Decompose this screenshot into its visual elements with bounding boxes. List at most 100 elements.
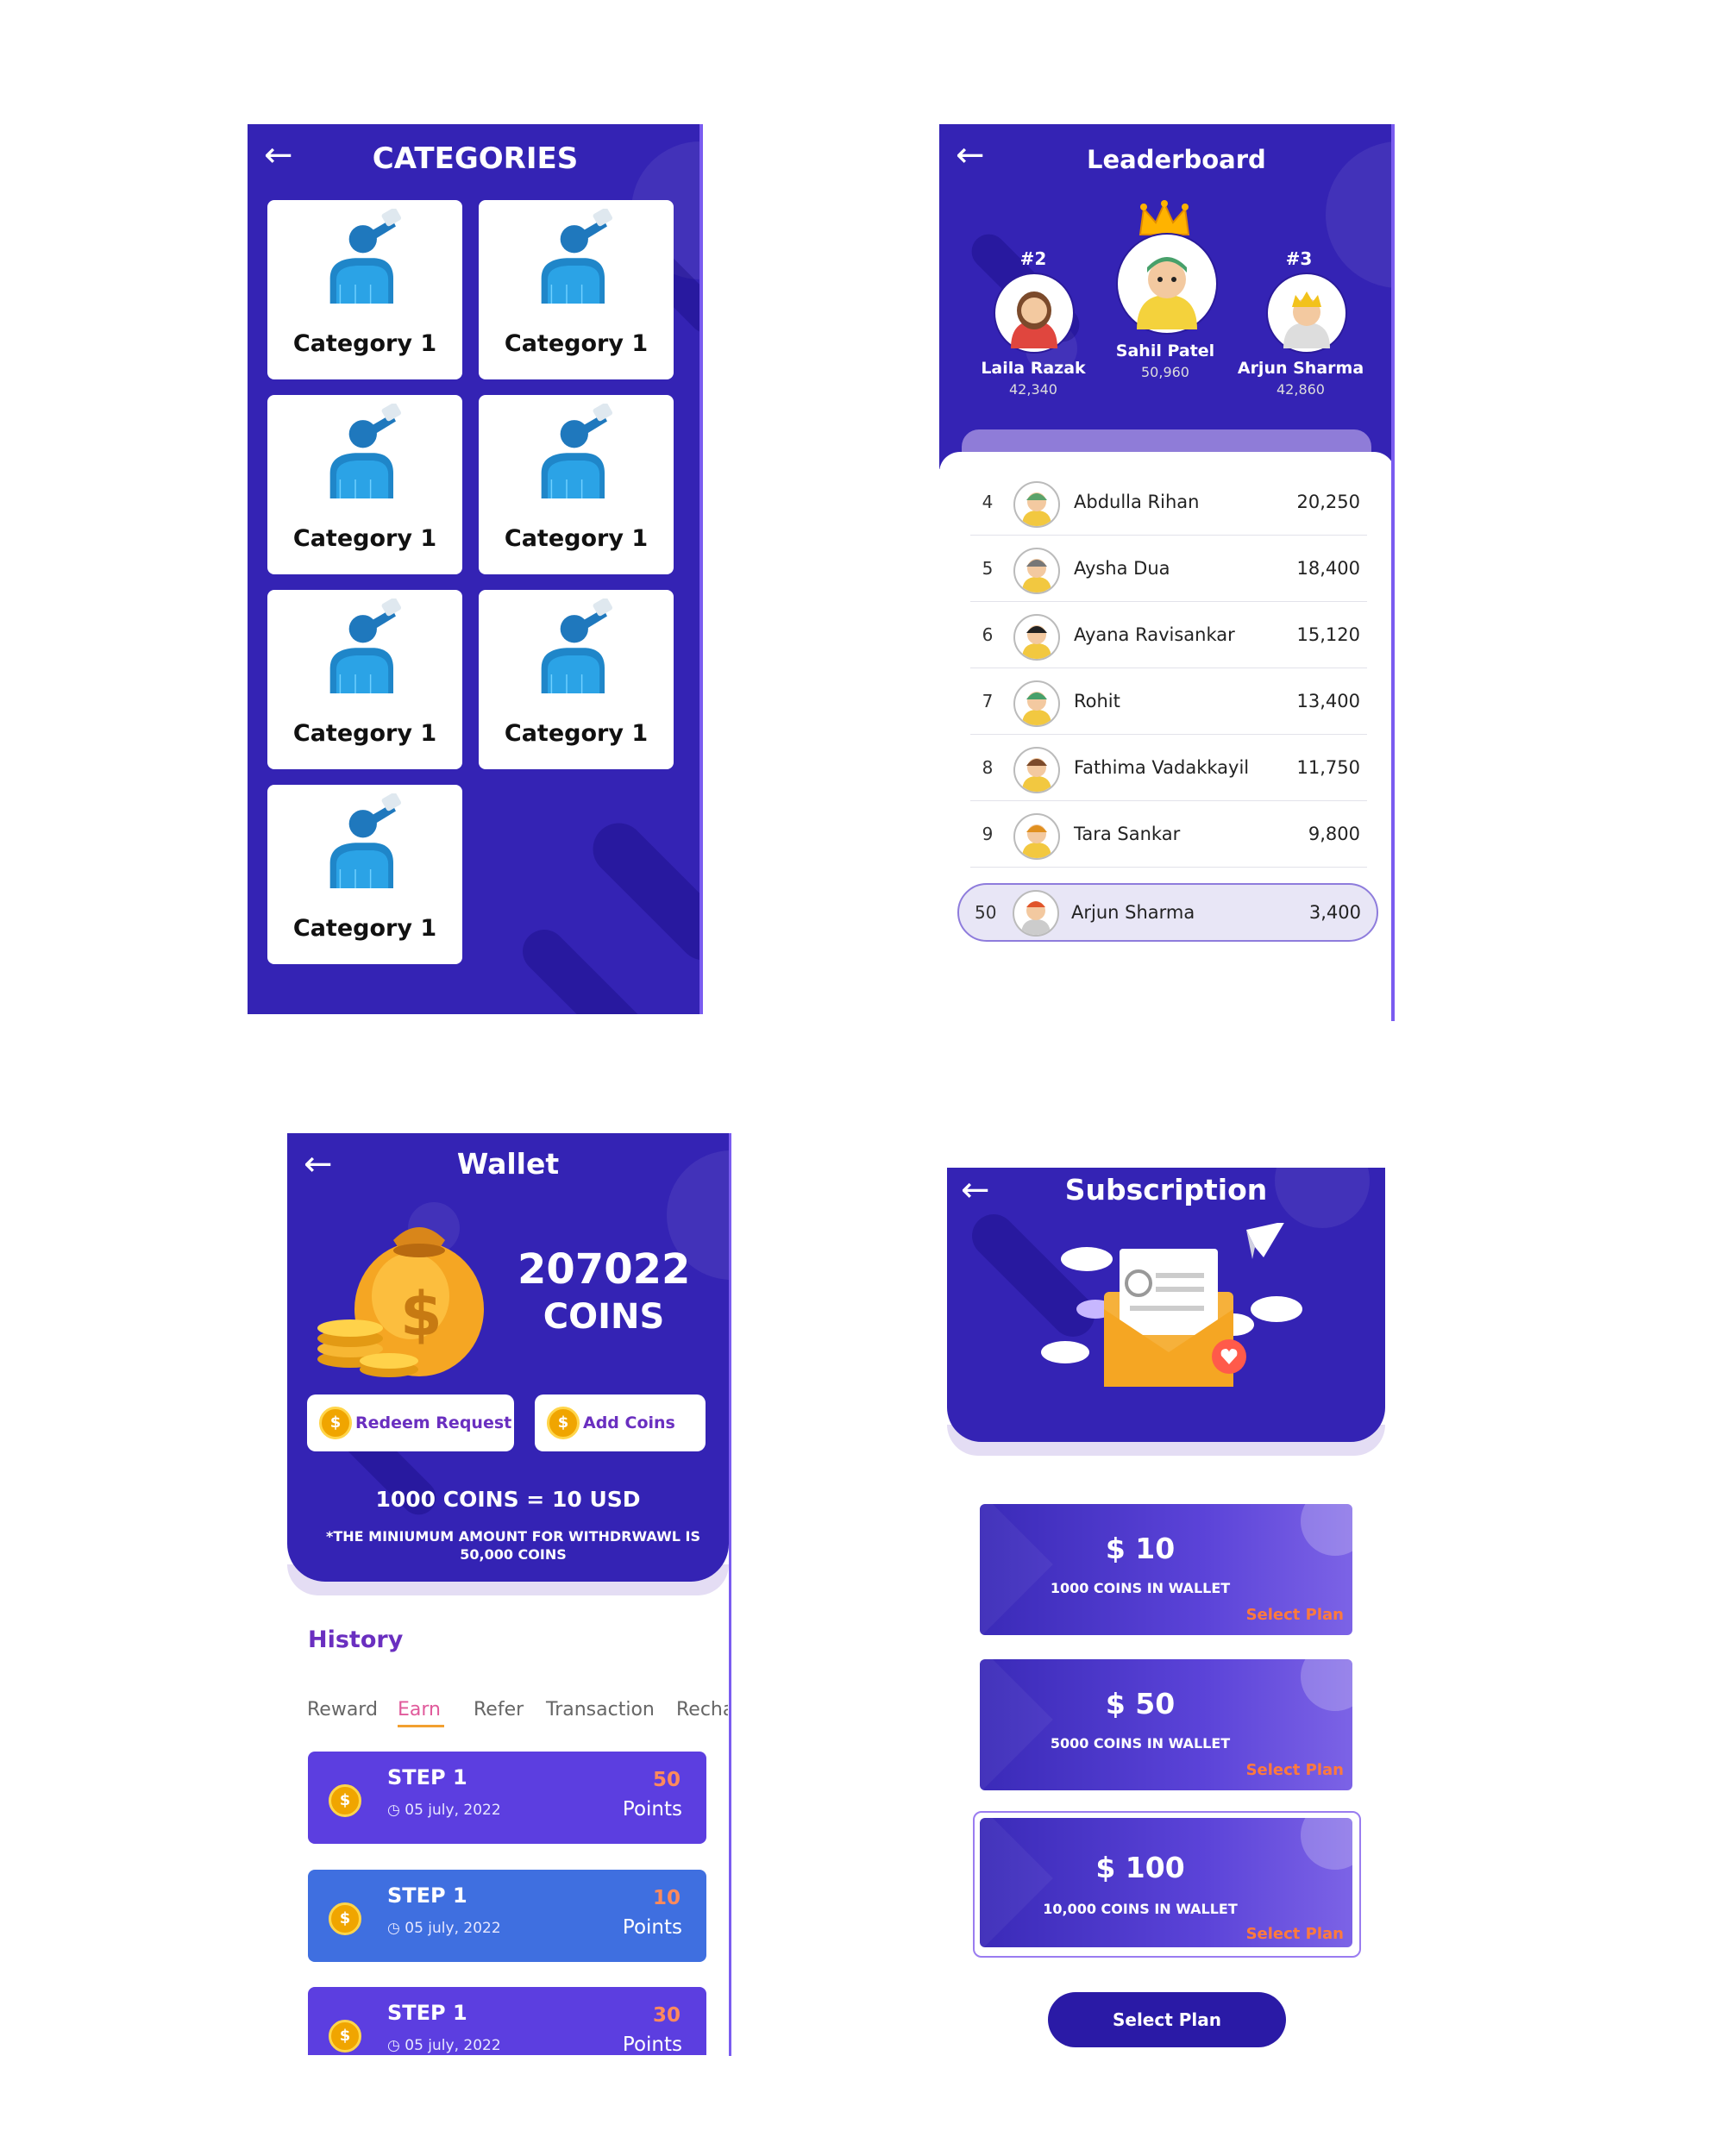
entry-points: 50: [652, 1769, 681, 1791]
row-name: Fathima Vadakkayil: [1074, 757, 1250, 778]
category-label: Category 1: [504, 525, 649, 552]
active-tab-indicator: [398, 1725, 444, 1727]
category-card[interactable]: Category 1: [267, 395, 462, 574]
money-bag-icon: $: [307, 1206, 497, 1390]
category-label: Category 1: [504, 720, 649, 747]
coin-balance: 207022: [518, 1245, 691, 1294]
row-name: Ayana Ravisankar: [1074, 624, 1235, 645]
decor-shape: [980, 1659, 1053, 1790]
redeem-request-button[interactable]: $ Redeem Request: [307, 1395, 514, 1451]
plan-price: $ 100: [1095, 1851, 1185, 1884]
withdrawal-note: 50,000 COINS: [460, 1546, 567, 1563]
decor-circle: [1301, 1818, 1352, 1870]
tab-earn[interactable]: Earn: [398, 1699, 441, 1720]
page-title: CATEGORIES: [372, 141, 579, 176]
coin-unit: COINS: [543, 1297, 665, 1337]
row-score: 15,120: [1296, 624, 1360, 645]
avatar[interactable]: [1118, 235, 1216, 333]
table-row[interactable]: 4 Abdulla Rihan 20,250: [970, 469, 1367, 536]
plan-card[interactable]: $ 100 10,000 COINS IN WALLET Select Plan: [980, 1818, 1352, 1947]
table-row[interactable]: 8 Fathima Vadakkayil 11,750: [970, 735, 1367, 801]
redeem-label: Redeem Request: [355, 1413, 512, 1432]
table-row[interactable]: 6 Ayana Ravisankar 15,120: [970, 602, 1367, 668]
row-score: 13,400: [1296, 691, 1360, 711]
tab-refer[interactable]: Refer: [474, 1699, 524, 1720]
plan-card[interactable]: $ 10 1000 COINS IN WALLET Select Plan: [980, 1504, 1352, 1635]
entry-date-text: 05 july, 2022: [405, 1920, 501, 1937]
page-title: Wallet: [456, 1147, 560, 1181]
entry-points-label: Points: [622, 1798, 682, 1821]
plan-description: 5000 COINS IN WALLET: [1050, 1735, 1231, 1752]
table-row[interactable]: 9 Tara Sankar 9,800: [970, 801, 1367, 868]
history-entry[interactable]: $ STEP 1 ◷ 05 july, 2022 10 Points: [308, 1870, 706, 1962]
coin-icon: $: [319, 1407, 352, 1439]
category-card[interactable]: Category 1: [267, 785, 462, 964]
tab-transaction[interactable]: Transaction: [546, 1699, 655, 1720]
current-user-row[interactable]: 50 Arjun Sharma 3,400: [957, 883, 1378, 942]
row-rank: 8: [982, 757, 994, 778]
entry-points-label: Points: [622, 2034, 682, 2055]
decor-circle: [1301, 1659, 1352, 1711]
coin-icon: $: [547, 1407, 580, 1439]
avatar[interactable]: [1268, 274, 1346, 352]
select-plan-link[interactable]: Select Plan: [1246, 1925, 1344, 1943]
scroll-indicator[interactable]: [699, 124, 703, 1014]
avatar: [1013, 680, 1060, 727]
coin-icon: $: [329, 1784, 361, 1817]
back-arrow-icon[interactable]: ←: [956, 138, 985, 172]
plan-description: 10,000 COINS IN WALLET: [1043, 1901, 1238, 1917]
category-label: Category 1: [292, 525, 437, 552]
history-title: History: [308, 1626, 404, 1653]
entry-step: STEP 1: [387, 1765, 467, 1789]
category-card[interactable]: Category 1: [479, 395, 674, 574]
decor-shape: [980, 1504, 1053, 1635]
entry-date: ◷ 05 july, 2022: [387, 2037, 501, 2054]
current-user-rank: 50: [975, 902, 997, 923]
clock-icon: ◷: [387, 1802, 405, 1819]
history-entry[interactable]: $ STEP 1 ◷ 05 july, 2022 50 Points: [308, 1752, 706, 1844]
podium-score: 42,340: [1009, 381, 1057, 398]
current-user-name: Arjun Sharma: [1071, 902, 1195, 923]
category-card[interactable]: Category 1: [267, 590, 462, 769]
podium-score: 42,860: [1276, 381, 1325, 398]
clock-icon: ◷: [387, 1920, 405, 1937]
tab-reward[interactable]: Reward: [307, 1699, 378, 1720]
scroll-indicator[interactable]: [1391, 124, 1395, 1021]
category-label: Category 1: [292, 330, 437, 357]
table-row[interactable]: 7 Rohit 13,400: [970, 668, 1367, 735]
envelope-illustration-icon: [1035, 1221, 1302, 1399]
avatar[interactable]: [995, 274, 1073, 352]
entry-points-label: Points: [622, 1916, 682, 1939]
plan-card[interactable]: $ 50 5000 COINS IN WALLET Select Plan: [980, 1659, 1352, 1790]
tab-recharge[interactable]: Recha: [676, 1699, 728, 1720]
entry-date: ◷ 05 july, 2022: [387, 1802, 501, 1819]
entry-points: 30: [652, 2004, 681, 2027]
select-plan-button[interactable]: Select Plan: [1048, 1992, 1286, 2047]
plan-price: $ 50: [1105, 1687, 1176, 1720]
history-entry[interactable]: $ STEP 1 ◷ 05 july, 2022 30 Points: [308, 1987, 706, 2055]
table-row[interactable]: 5 Aysha Dua 18,400: [970, 536, 1367, 602]
category-card[interactable]: Category 1: [267, 200, 462, 379]
podium-name: Arjun Sharma: [1237, 359, 1364, 378]
category-card[interactable]: Category 1: [479, 200, 674, 379]
entry-step: STEP 1: [387, 1883, 467, 1908]
conversion-rate: 1000 COINS = 10 USD: [375, 1487, 641, 1512]
select-plan-link[interactable]: Select Plan: [1246, 1606, 1344, 1624]
category-label: Category 1: [292, 720, 437, 747]
avatar: [1013, 813, 1060, 860]
plan-description: 1000 COINS IN WALLET: [1050, 1580, 1231, 1596]
scroll-indicator[interactable]: [729, 1133, 731, 2056]
decor-shape: [513, 920, 655, 1014]
row-score: 11,750: [1296, 757, 1360, 778]
podium-rank-3: #3: [1285, 248, 1313, 269]
add-coins-button[interactable]: $ Add Coins: [535, 1395, 706, 1451]
select-plan-link[interactable]: Select Plan: [1246, 1761, 1344, 1779]
category-card[interactable]: Category 1: [479, 590, 674, 769]
row-name: Abdulla Rihan: [1074, 492, 1200, 512]
decor-shape: [582, 812, 703, 971]
row-name: Rohit: [1074, 691, 1120, 711]
avatar: [1013, 614, 1060, 661]
row-rank: 5: [982, 558, 994, 579]
row-rank: 4: [982, 492, 994, 512]
row-score: 20,250: [1296, 492, 1360, 512]
